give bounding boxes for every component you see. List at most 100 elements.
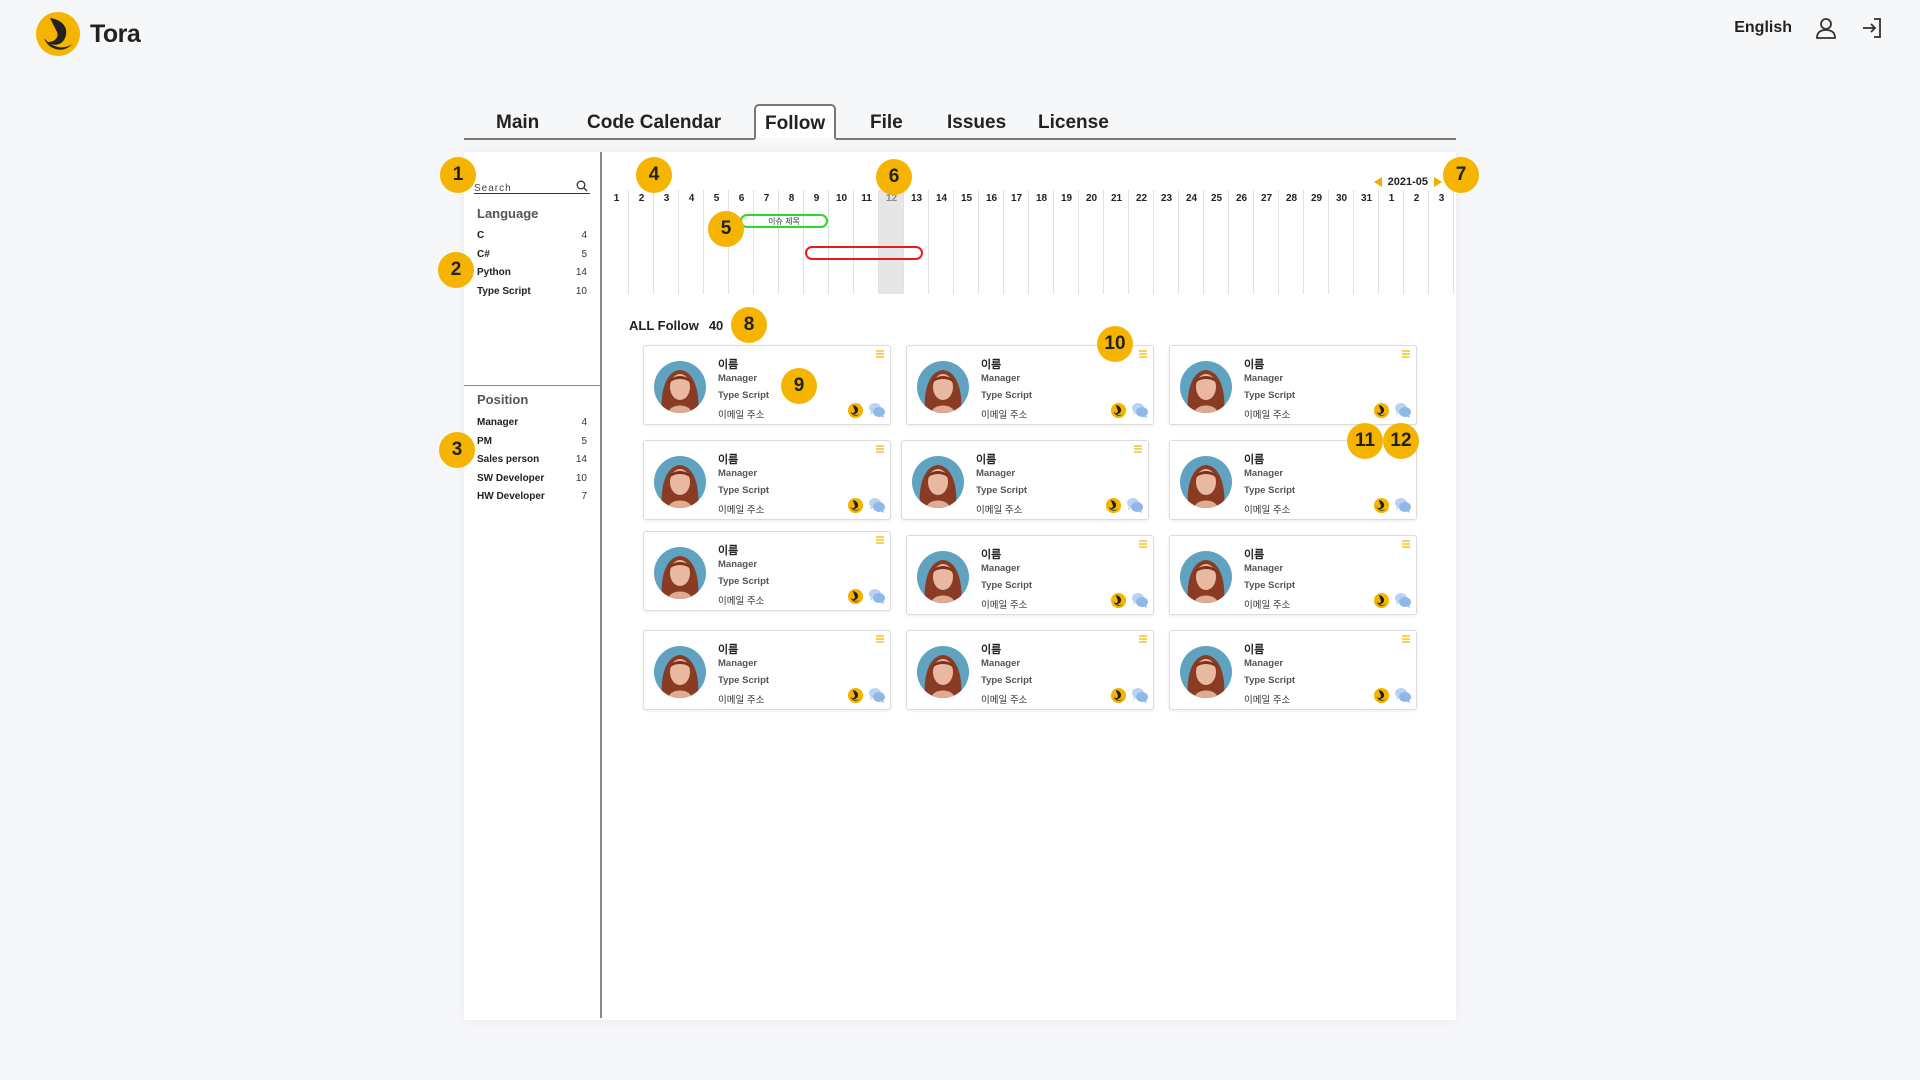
chat-icon[interactable] bbox=[1131, 402, 1149, 419]
follow-card[interactable]: 이름 Manager Type Script 이메일 주소 bbox=[1169, 440, 1417, 520]
position-item-manager[interactable]: Manager 4 bbox=[477, 417, 587, 436]
tab-follow[interactable]: Follow bbox=[754, 104, 837, 140]
position-item-sw-developer[interactable]: SW Developer 10 bbox=[477, 473, 587, 492]
follow-card[interactable]: 이름 Manager Type Script 이메일 주소 bbox=[1169, 535, 1417, 615]
card-menu-icon[interactable] bbox=[1133, 444, 1143, 454]
card-menu-icon[interactable] bbox=[875, 349, 885, 359]
day-column[interactable]: 30 bbox=[1329, 190, 1354, 294]
chat-icon[interactable] bbox=[1394, 497, 1412, 514]
day-column[interactable]: 28 bbox=[1279, 190, 1304, 294]
follow-card[interactable]: 이름 Manager Type Script 이메일 주소 bbox=[643, 630, 891, 710]
follow-card[interactable]: 이름 Manager Type Script 이메일 주소 bbox=[1169, 345, 1417, 425]
position-item-pm[interactable]: PM 5 bbox=[477, 436, 587, 455]
day-column[interactable]: 14 bbox=[929, 190, 954, 294]
follow-card[interactable]: 이름 Manager Type Script 이메일 주소 bbox=[906, 630, 1154, 710]
chat-icon[interactable] bbox=[868, 497, 886, 514]
day-column[interactable]: 25 bbox=[1204, 190, 1229, 294]
tora-profile-icon[interactable] bbox=[1105, 497, 1122, 514]
chat-icon[interactable] bbox=[1131, 687, 1149, 704]
day-column[interactable]: 20 bbox=[1079, 190, 1104, 294]
day-column[interactable]: 31 bbox=[1354, 190, 1379, 294]
day-column[interactable]: 29 bbox=[1304, 190, 1329, 294]
language-item-csharp[interactable]: C# 5 bbox=[477, 249, 587, 268]
language-selector[interactable]: English bbox=[1734, 19, 1792, 37]
follow-card[interactable]: 이름 Manager Type Script 이메일 주소 bbox=[906, 535, 1154, 615]
chat-icon[interactable] bbox=[868, 588, 886, 605]
chat-icon[interactable] bbox=[1394, 402, 1412, 419]
tab-license[interactable]: License bbox=[1038, 112, 1109, 134]
card-menu-icon[interactable] bbox=[875, 535, 885, 545]
tora-profile-icon[interactable] bbox=[1110, 687, 1127, 704]
day-column[interactable]: 3 bbox=[1429, 190, 1454, 294]
day-column[interactable]: 24 bbox=[1179, 190, 1204, 294]
user-icon[interactable] bbox=[1814, 16, 1838, 40]
day-column[interactable]: 2 bbox=[1404, 190, 1429, 294]
tora-profile-icon[interactable] bbox=[1373, 592, 1390, 609]
chat-icon[interactable] bbox=[1394, 687, 1412, 704]
day-column[interactable]: 19 bbox=[1054, 190, 1079, 294]
day-column[interactable]: 3 bbox=[654, 190, 679, 294]
day-column[interactable]: 1 bbox=[604, 190, 629, 294]
tora-profile-icon[interactable] bbox=[847, 497, 864, 514]
day-column[interactable]: 4 bbox=[679, 190, 704, 294]
day-column[interactable]: 26 bbox=[1229, 190, 1254, 294]
language-item-python[interactable]: Python 14 bbox=[477, 267, 587, 286]
search-input[interactable] bbox=[474, 183, 574, 194]
day-column[interactable]: 22 bbox=[1129, 190, 1154, 294]
card-menu-icon[interactable] bbox=[1401, 349, 1411, 359]
chat-icon[interactable] bbox=[868, 402, 886, 419]
follow-card[interactable]: 이름 Manager Type Script 이메일 주소 bbox=[1169, 630, 1417, 710]
issue-bar-red[interactable] bbox=[805, 246, 923, 260]
card-menu-icon[interactable] bbox=[1138, 539, 1148, 549]
card-menu-icon[interactable] bbox=[875, 634, 885, 644]
day-column[interactable]: 11 bbox=[854, 190, 879, 294]
day-column[interactable]: 18 bbox=[1029, 190, 1054, 294]
tora-logo[interactable]: Tora bbox=[34, 10, 141, 58]
day-column[interactable]: 21 bbox=[1104, 190, 1129, 294]
card-menu-icon[interactable] bbox=[1401, 634, 1411, 644]
tab-main[interactable]: Main bbox=[496, 112, 539, 134]
follow-card[interactable]: 이름 Manager Type Script 이메일 주소 bbox=[643, 345, 891, 425]
chat-icon[interactable] bbox=[1394, 592, 1412, 609]
day-column[interactable]: 9 bbox=[804, 190, 829, 294]
search-icon[interactable] bbox=[576, 180, 588, 192]
issue-bar-green[interactable]: 이슈 제목 bbox=[740, 214, 828, 228]
card-menu-icon[interactable] bbox=[875, 444, 885, 454]
tab-issues[interactable]: Issues bbox=[947, 112, 1006, 134]
tora-profile-icon[interactable] bbox=[1110, 592, 1127, 609]
position-item-sales[interactable]: Sales person 14 bbox=[477, 454, 587, 473]
tora-profile-icon[interactable] bbox=[1373, 687, 1390, 704]
tora-profile-icon[interactable] bbox=[847, 588, 864, 605]
day-column[interactable]: 27 bbox=[1254, 190, 1279, 294]
position-item-hw-developer[interactable]: HW Developer 7 bbox=[477, 491, 587, 510]
day-column[interactable]: 10 bbox=[829, 190, 854, 294]
day-column[interactable]: 1 bbox=[1379, 190, 1404, 294]
tora-profile-icon[interactable] bbox=[847, 687, 864, 704]
next-month-icon[interactable] bbox=[1434, 177, 1442, 187]
chat-icon[interactable] bbox=[1126, 497, 1144, 514]
card-menu-icon[interactable] bbox=[1138, 349, 1148, 359]
day-column[interactable]: 8 bbox=[779, 190, 804, 294]
tora-profile-icon[interactable] bbox=[1110, 402, 1127, 419]
prev-month-icon[interactable] bbox=[1373, 177, 1382, 187]
day-column[interactable]: 2 bbox=[629, 190, 654, 294]
day-column[interactable]: 17 bbox=[1004, 190, 1029, 294]
logout-icon[interactable] bbox=[1860, 16, 1884, 40]
tab-code-calendar[interactable]: Code Calendar bbox=[587, 112, 721, 134]
follow-card[interactable]: 이름 Manager Type Script 이메일 주소 bbox=[643, 440, 891, 520]
follow-card[interactable]: 이름 Manager Type Script 이메일 주소 bbox=[901, 440, 1149, 520]
card-menu-icon[interactable] bbox=[1138, 634, 1148, 644]
day-column[interactable]: 15 bbox=[954, 190, 979, 294]
tab-file[interactable]: File bbox=[870, 112, 903, 134]
chat-icon[interactable] bbox=[868, 687, 886, 704]
tora-profile-icon[interactable] bbox=[847, 402, 864, 419]
card-menu-icon[interactable] bbox=[1401, 539, 1411, 549]
language-item-typescript[interactable]: Type Script 10 bbox=[477, 286, 587, 305]
chat-icon[interactable] bbox=[1131, 592, 1149, 609]
language-item-c[interactable]: C4 bbox=[477, 230, 587, 249]
day-column[interactable]: 23 bbox=[1154, 190, 1179, 294]
follow-card[interactable]: 이름 Manager Type Script 이메일 주소 bbox=[643, 531, 891, 611]
day-column[interactable]: 7 bbox=[754, 190, 779, 294]
tora-profile-icon[interactable] bbox=[1373, 497, 1390, 514]
day-column[interactable]: 16 bbox=[979, 190, 1004, 294]
